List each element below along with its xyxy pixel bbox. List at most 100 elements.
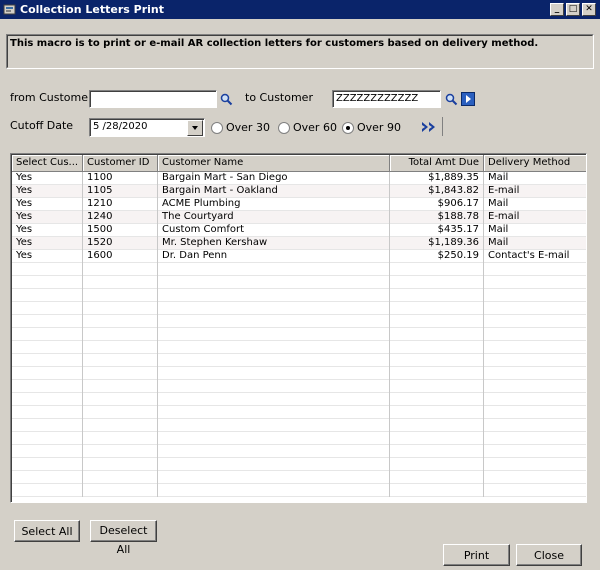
customer-grid[interactable]: Select Cus... Customer ID Customer Name …	[10, 153, 587, 503]
table-row[interactable]: Yes 1600 Dr. Dan Penn $250.19 Contact's E-ma…	[12, 250, 586, 263]
cell-total-amt-due: $1,889.35	[390, 172, 484, 185]
to-customer-lookup-icon[interactable]	[445, 93, 458, 106]
table-row[interactable]: Yes 1500 Custom Comfort $435.17 Mail	[12, 224, 586, 237]
cell-customer-id	[83, 315, 158, 328]
minimize-button[interactable]: _	[550, 3, 564, 16]
cell-delivery-method	[484, 432, 586, 445]
cell-select	[12, 380, 83, 393]
cell-delivery-method	[484, 276, 586, 289]
cutoff-date-picker[interactable]: 5 /28/2020	[89, 118, 205, 137]
radio-over-90[interactable]: Over 90	[342, 121, 402, 135]
double-chevron-icon[interactable]	[418, 118, 440, 136]
title-bar[interactable]: Collection Letters Print _ □ ✕	[0, 0, 600, 19]
table-row[interactable]: Yes 1100 Bargain Mart - San Diego $1,889.35…	[12, 172, 586, 185]
empty-row	[12, 406, 586, 419]
cell-delivery-method	[484, 393, 586, 406]
cell-customer-id	[83, 367, 158, 380]
cell-customer-id: 1240	[83, 211, 158, 224]
cell-customer-id	[83, 445, 158, 458]
table-row[interactable]: Yes 1210 ACME Plumbing $906.17 Mail	[12, 198, 586, 211]
cell-select	[12, 432, 83, 445]
from-customer-input[interactable]	[93, 93, 213, 105]
cell-select: Yes	[12, 185, 83, 198]
cell-customer-id	[83, 458, 158, 471]
cell-customer-name: Custom Comfort	[158, 224, 390, 237]
col-header-total-amt-due[interactable]: Total Amt Due	[390, 155, 484, 172]
cell-total-amt-due	[390, 263, 484, 276]
cell-delivery-method: E-mail	[484, 185, 586, 198]
cell-total-amt-due: $1,189.36	[390, 237, 484, 250]
from-customer-label: from Customer	[10, 91, 93, 104]
select-all-button[interactable]: Select All	[14, 520, 80, 542]
col-header-customer-id[interactable]: Customer ID	[83, 155, 158, 172]
cell-total-amt-due	[390, 276, 484, 289]
cell-customer-name	[158, 328, 390, 341]
col-header-select[interactable]: Select Cus...	[12, 155, 83, 172]
cell-customer-name	[158, 419, 390, 432]
radio-over-30[interactable]: Over 30	[211, 121, 271, 135]
col-header-delivery-method[interactable]: Delivery Method	[484, 155, 586, 172]
cell-customer-id: 1100	[83, 172, 158, 185]
cell-customer-id: 1500	[83, 224, 158, 237]
empty-row	[12, 276, 586, 289]
cell-customer-id	[83, 380, 158, 393]
date-dropdown-button[interactable]	[187, 120, 203, 136]
table-row[interactable]: Yes 1240 The Courtyard $188.78 E-mail	[12, 211, 586, 224]
cell-total-amt-due	[390, 445, 484, 458]
cutoff-date-value: 5 /28/2020	[93, 121, 148, 132]
cell-customer-name	[158, 341, 390, 354]
cell-customer-id	[83, 289, 158, 302]
app-icon	[3, 4, 16, 15]
cell-customer-name: Mr. Stephen Kershaw	[158, 237, 390, 250]
cell-total-amt-due	[390, 367, 484, 380]
cell-customer-id	[83, 276, 158, 289]
deselect-all-button[interactable]: Deselect All	[90, 520, 157, 556]
cell-total-amt-due: $1,843.82	[390, 185, 484, 198]
maximize-button[interactable]: □	[566, 3, 580, 16]
print-button[interactable]: Print	[443, 544, 510, 566]
empty-row	[12, 302, 586, 315]
cell-customer-id	[83, 406, 158, 419]
window-title: Collection Letters Print	[20, 3, 164, 16]
cell-delivery-method	[484, 315, 586, 328]
cell-delivery-method	[484, 328, 586, 341]
empty-row	[12, 341, 586, 354]
cell-customer-name: ACME Plumbing	[158, 198, 390, 211]
from-customer-lookup-icon[interactable]	[220, 93, 233, 106]
cell-total-amt-due	[390, 432, 484, 445]
cutoff-date-label: Cutoff Date	[10, 119, 74, 132]
blue-arrow-icon[interactable]	[461, 92, 475, 106]
cell-select	[12, 302, 83, 315]
to-customer-field[interactable]: ZZZZZZZZZZZZ	[332, 90, 441, 108]
col-header-customer-name[interactable]: Customer Name	[158, 155, 390, 172]
cell-total-amt-due	[390, 302, 484, 315]
to-customer-label: to Customer	[245, 91, 313, 104]
description-text: This macro is to print or e-mail AR coll…	[10, 38, 539, 49]
close-window-button[interactable]: ✕	[582, 3, 596, 16]
cell-customer-name	[158, 315, 390, 328]
cell-total-amt-due: $435.17	[390, 224, 484, 237]
cell-delivery-method	[484, 367, 586, 380]
cell-customer-id: 1210	[83, 198, 158, 211]
close-button[interactable]: Close	[516, 544, 582, 566]
cell-customer-name	[158, 367, 390, 380]
empty-row	[12, 419, 586, 432]
empty-row	[12, 484, 586, 497]
radio-over-90-label: Over 90	[357, 121, 401, 134]
radio-over-60-label: Over 60	[293, 121, 337, 134]
grid-body[interactable]: Yes 1100 Bargain Mart - San Diego $1,889.35…	[12, 172, 586, 502]
table-row[interactable]: Yes 1105 Bargain Mart - Oakland $1,843.82 E-…	[12, 185, 586, 198]
cell-delivery-method: Mail	[484, 198, 586, 211]
cell-total-amt-due	[390, 419, 484, 432]
cell-customer-id	[83, 354, 158, 367]
cell-customer-id: 1600	[83, 250, 158, 263]
cell-customer-name	[158, 458, 390, 471]
cell-select	[12, 484, 83, 497]
cell-customer-id	[83, 432, 158, 445]
table-row[interactable]: Yes 1520 Mr. Stephen Kershaw $1,189.36 Mail	[12, 237, 586, 250]
cell-select: Yes	[12, 250, 83, 263]
cell-customer-name	[158, 302, 390, 315]
cell-select	[12, 406, 83, 419]
from-customer-field[interactable]	[89, 90, 217, 108]
radio-over-60[interactable]: Over 60	[278, 121, 338, 135]
